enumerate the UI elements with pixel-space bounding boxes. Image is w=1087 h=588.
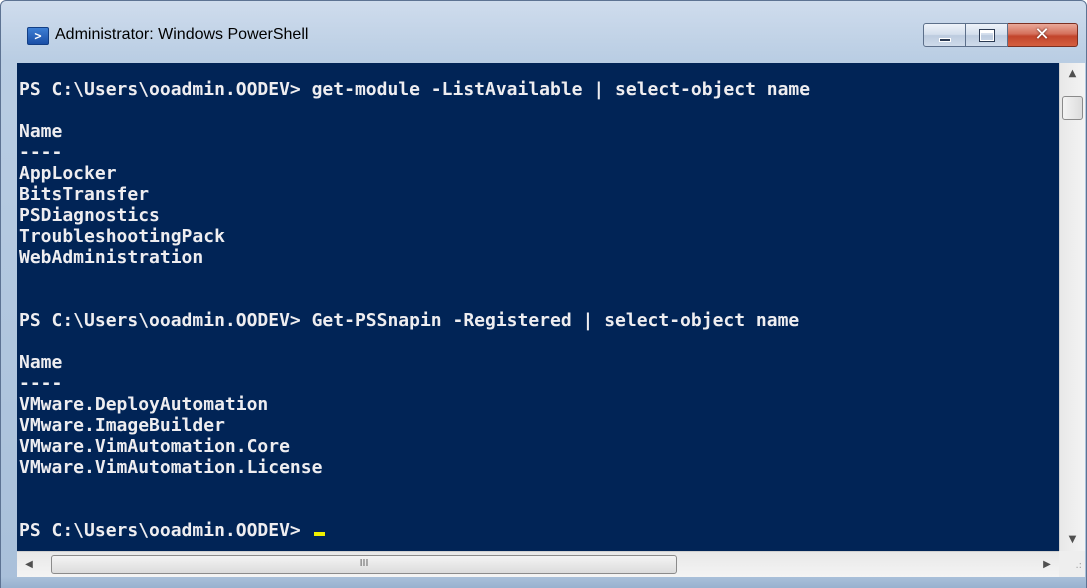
powershell-icon[interactable]: > [27,27,49,45]
minimize-icon [939,38,951,42]
console-output-line: BitsTransfer [19,184,150,205]
powershell-window: > Administrator: Windows PowerShell ✕ PS… [0,0,1087,588]
console-output-line: TroubleshootingPack [19,226,225,247]
scroll-left-arrow-icon[interactable]: ◀ [17,552,41,577]
console-output-line: WebAdministration [19,247,204,268]
console-output-line: VMware.DeployAutomation [19,394,269,415]
maximize-button[interactable] [966,23,1008,47]
console-prompt-line: PS C:\Users\ooadmin.OODEV> Get-PSSnapin … [19,310,800,331]
console-output-line: ---- [19,373,63,394]
console-output-line: Name [19,352,63,373]
resize-grip-icon[interactable]: .: [1059,551,1085,577]
console-output-line: AppLocker [19,163,117,184]
console-output[interactable]: PS C:\Users\ooadmin.OODEV> get-module -L… [17,63,1059,551]
close-icon: ✕ [1034,24,1050,45]
close-button[interactable]: ✕ [1008,23,1078,47]
horizontal-scrollbar[interactable]: ◀ III ▶ [17,551,1059,577]
console-prompt-line: PS C:\Users\ooadmin.OODEV> [19,520,810,541]
title-bar[interactable]: > Administrator: Windows PowerShell ✕ [1,1,1086,53]
console-lines: PS C:\Users\ooadmin.OODEV> get-module -L… [19,79,810,541]
console-output-line: VMware.ImageBuilder [19,415,225,436]
scroll-right-arrow-icon[interactable]: ▶ [1035,552,1059,577]
console-output-line: ---- [19,142,63,163]
console-prompt-line: PS C:\Users\ooadmin.OODEV> get-module -L… [19,79,811,100]
minimize-button[interactable] [923,23,966,47]
window-title: Administrator: Windows PowerShell [55,26,309,43]
window-bottom-frame [1,577,1086,588]
scroll-up-arrow-icon[interactable]: ▲ [1060,63,1085,85]
console-output-line: VMware.VimAutomation.Core [19,436,290,457]
scroll-down-arrow-icon[interactable]: ▼ [1060,529,1085,551]
console-output-line: VMware.VimAutomation.License [19,457,323,478]
horizontal-scroll-thumb[interactable]: III [51,555,677,574]
maximize-icon [979,29,995,42]
vertical-scroll-thumb[interactable] [1062,96,1083,120]
text-cursor [313,532,325,536]
console-output-line: Name [19,121,63,142]
console-output-line: PSDiagnostics [19,205,160,226]
vertical-scrollbar[interactable]: ▲ ▼ [1059,63,1085,551]
